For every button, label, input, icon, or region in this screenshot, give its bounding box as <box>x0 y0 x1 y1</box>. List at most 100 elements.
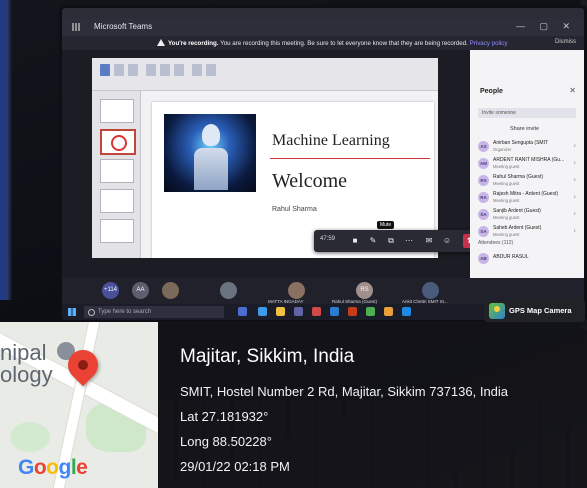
mic-icon: ♪ <box>573 194 577 200</box>
location-title: Majitar, Sikkim, India <box>180 346 355 367</box>
participant-row[interactable]: AB ABDUR RASUL <box>474 250 580 267</box>
participant-tile[interactable] <box>220 282 237 299</box>
avatar: AB <box>478 253 489 264</box>
google-logo: Google <box>18 456 88 479</box>
warning-icon <box>157 39 165 46</box>
mic-icon: ♪ <box>573 211 577 217</box>
ribbon-button <box>160 64 170 76</box>
camera-icon[interactable]: ■ <box>348 235 362 247</box>
participant-role: Meeting guest <box>493 215 520 220</box>
slide-thumbnail-selected <box>100 129 136 155</box>
participant-row[interactable]: RS Rahul Sharma (Guest) Meeting guest ♪ <box>474 172 580 189</box>
participant-tile[interactable] <box>422 282 439 299</box>
powerpoint-ribbon <box>92 58 438 91</box>
participant-row[interactable]: RA Rajesh Mitra - Ardent (Guest) Meeting… <box>474 189 580 206</box>
share-invite-button[interactable]: Share invite <box>510 126 539 132</box>
attendees-label[interactable]: Attendees (112) <box>478 240 513 246</box>
chat-icon[interactable]: ✉ <box>422 235 436 247</box>
participant-row[interactable]: SA Saheb Ardent (Guest) Meeting guest ♪ <box>474 223 580 240</box>
participant-role: Meeting guest <box>493 198 520 203</box>
word-icon[interactable] <box>330 307 339 316</box>
powerpoint-icon[interactable] <box>348 307 357 316</box>
share-screen-icon[interactable]: ⧉ <box>384 235 398 247</box>
avatar: AS <box>478 141 489 152</box>
app-icon[interactable] <box>312 307 321 316</box>
app-icon[interactable] <box>384 307 393 316</box>
participant-role: Meeting guest <box>493 181 520 186</box>
avatar: SA <box>478 209 489 220</box>
mic-off-icon[interactable]: ✎ <box>366 235 380 247</box>
map-campus-label: nipal ology <box>0 340 53 387</box>
start-icon[interactable] <box>68 308 76 316</box>
avatar: RS <box>478 175 489 186</box>
ribbon-button <box>206 64 216 76</box>
slide-thumbnail <box>100 159 134 183</box>
participant-tile[interactable]: AA <box>132 282 149 299</box>
participant-role: Organizer <box>493 147 512 152</box>
participant-name: Anirban Sengupta (SMIT <box>493 140 549 146</box>
laptop-screen: Microsoft Teams — ▢ ✕ You're recording. … <box>62 8 584 320</box>
dismiss-button[interactable]: Dismiss <box>555 39 576 45</box>
mic-icon: ♪ <box>573 143 577 149</box>
window-controls[interactable]: — ▢ ✕ <box>516 21 576 32</box>
close-icon[interactable]: ✕ <box>569 86 576 95</box>
chrome-icon[interactable] <box>366 307 375 316</box>
map-thumbnail: nipal ology Google <box>0 322 158 488</box>
taskbar-search[interactable]: Type here to search <box>84 306 224 318</box>
mic-icon: ♪ <box>573 160 577 166</box>
no-sign-icon <box>111 135 127 151</box>
participant-tile[interactable] <box>162 282 179 299</box>
privacy-policy-link[interactable]: Privacy policy <box>470 40 508 47</box>
map-park <box>10 422 50 452</box>
gps-camera-logo-icon <box>489 303 505 319</box>
participant-role: Meeting guest <box>493 164 520 169</box>
teams-icon[interactable] <box>294 307 303 316</box>
app-title: Microsoft Teams <box>94 22 153 31</box>
participant-name: ARDENT RANIT MISHRA (Gu... <box>493 157 565 163</box>
invite-input[interactable]: Invite someone <box>478 108 576 118</box>
participant-row[interactable]: AM ARDENT RANIT MISHRA (Gu... Meeting gu… <box>474 155 580 172</box>
participant-row[interactable]: SA Sanjib Ardent (Guest) Meeting guest ♪ <box>474 206 580 223</box>
participant-tile[interactable] <box>288 282 305 299</box>
participant-name: Rajesh Mitra - Ardent (Guest) <box>493 191 559 197</box>
ribbon-button <box>100 64 110 76</box>
robot-body <box>194 148 228 190</box>
people-panel: People ✕ Invite someone Share invite AS … <box>470 50 584 278</box>
presenter-name: Rahul Sharma <box>272 206 317 213</box>
slide-divider <box>270 158 430 159</box>
robot-head <box>202 124 220 146</box>
participant-list: AS Anirban Sengupta (SMIT Organizer ♪ AM… <box>474 138 580 240</box>
call-timer: 47:59 <box>320 236 336 242</box>
avatar: RA <box>478 192 489 203</box>
longitude: Long 88.50228° <box>180 434 272 449</box>
participant-tile[interactable]: RS <box>356 282 373 299</box>
search-placeholder: Type here to search <box>98 309 152 315</box>
participant-name: ABDUR RASUL <box>493 254 529 260</box>
overflow-participants[interactable]: +114 <box>102 282 119 299</box>
task-view-icon[interactable] <box>238 307 247 316</box>
recording-notice-bold: You're recording. <box>168 40 219 47</box>
ribbon-button <box>114 64 124 76</box>
participant-row[interactable]: AS Anirban Sengupta (SMIT Organizer ♪ <box>474 138 580 155</box>
gps-badge-label: GPS Map Camera <box>509 306 572 315</box>
app-launcher-icon[interactable] <box>72 23 80 31</box>
explorer-icon[interactable] <box>276 307 285 316</box>
slide-thumbnail <box>100 189 134 213</box>
gps-map-camera-badge: GPS Map Camera <box>484 300 585 322</box>
edge-icon[interactable] <box>258 307 267 316</box>
ribbon-button <box>174 64 184 76</box>
participants-icon[interactable]: ☺ <box>440 235 454 247</box>
address: SMIT, Hostel Number 2 Rd, Majitar, Sikki… <box>180 384 509 399</box>
recording-notice-bar: You're recording. You are recording this… <box>62 36 584 50</box>
slide-thumbnail <box>100 219 134 243</box>
more-icon[interactable]: ⋯ <box>402 235 416 247</box>
mic-icon: ♪ <box>573 228 577 234</box>
participant-name: Sanjib Ardent (Guest) <box>493 208 541 214</box>
slide-subtitle: Welcome <box>272 170 348 192</box>
ribbon-button <box>146 64 156 76</box>
ribbon-button <box>192 64 202 76</box>
teams-title-bar: Microsoft Teams — ▢ ✕ <box>62 18 584 36</box>
participant-role: Meeting guest <box>493 232 520 237</box>
browser-url-bar <box>62 8 584 18</box>
app-icon[interactable] <box>402 307 411 316</box>
